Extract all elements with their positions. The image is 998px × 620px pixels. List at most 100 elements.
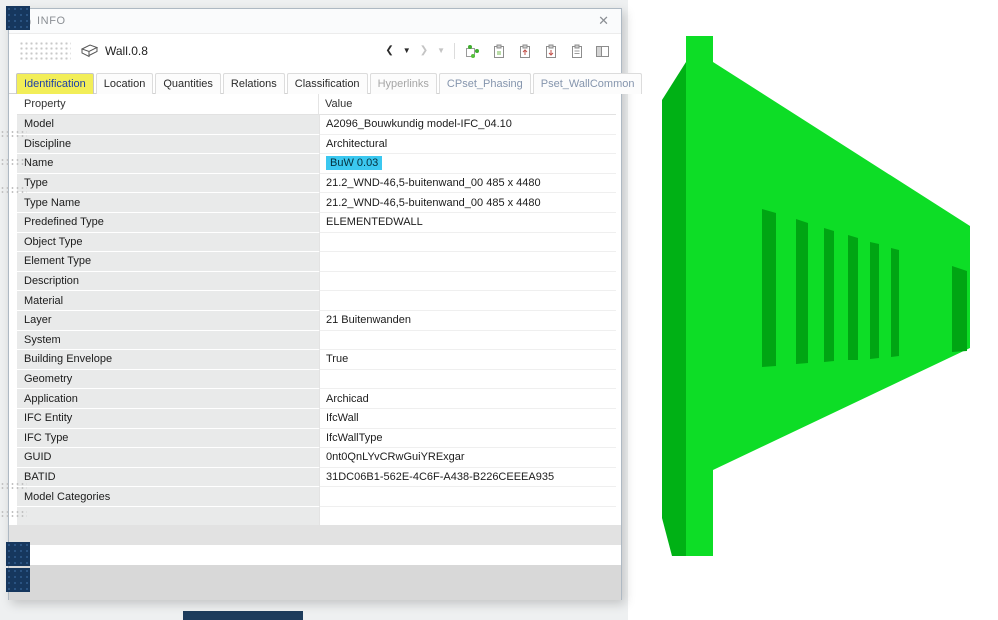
value-cell: IfcWallType (319, 428, 616, 449)
value-cell (319, 232, 616, 253)
value-cell: BuW 0.03 (319, 154, 616, 174)
value-cell: 31DC06B1-562E-4C6F-A438-B226CEEEA935 (319, 467, 616, 488)
clipboard-export-icon[interactable] (516, 43, 533, 60)
property-cell: Model (17, 115, 319, 135)
property-cell: Layer (17, 310, 319, 331)
property-cell: Application (17, 389, 319, 409)
table-row: Name BuW 0.03 (17, 154, 616, 174)
tab-relations[interactable]: Relations (222, 73, 285, 94)
taskbar-fragment (183, 611, 303, 620)
property-cell: Description (17, 271, 319, 292)
wall-window-recess (952, 266, 967, 352)
pick-in-model-icon[interactable] (464, 43, 481, 60)
dialog-bottom-band (9, 565, 621, 600)
table-row: Discipline Architectural (17, 134, 616, 155)
object-toolbar: Wall.0.8 ❮ ▼ ❯ ▼ (9, 34, 621, 68)
value-cell: Architectural (319, 134, 616, 155)
dock-grip[interactable] (0, 130, 27, 137)
tab-pset-wallcommon[interactable]: Pset_WallCommon (532, 73, 643, 94)
docked-panel-icon-bottom-1[interactable] (6, 542, 30, 566)
table-row: Model A2096_Bouwkundig model-IFC_04.10 (17, 115, 616, 135)
value-cell (319, 506, 616, 527)
property-cell: Model Categories (17, 487, 319, 507)
clipboard-copy-icon[interactable] (490, 43, 507, 60)
screen: ⓘ INFO ✕ Wall.0.8 ❮ ▼ ❯ ▼ (0, 0, 998, 620)
wall-window-recess (891, 248, 899, 357)
table-header: Property Value (17, 94, 616, 115)
nav-next-button[interactable]: ❯ (420, 46, 428, 56)
property-cell: Object Type (17, 232, 319, 253)
dialog-titlebar[interactable]: ⓘ INFO ✕ (9, 9, 621, 34)
value-cell: 0nt0QnLYvCRwGuiYRExgar (319, 448, 616, 468)
table-row: Type Name 21.2_WND-46,5-buitenwand_00 48… (17, 193, 616, 213)
value-cell: 21.2_WND-46,5-buitenwand_00 485 x 4480 (319, 193, 616, 213)
table-row-empty (17, 506, 616, 527)
docked-panel-icon-top[interactable] (6, 6, 30, 30)
wall-3d-model[interactable] (628, 0, 998, 620)
property-cell: Material (17, 291, 319, 311)
value-cell: ELEMENTEDWALL (319, 212, 616, 233)
property-table: Model A2096_Bouwkundig model-IFC_04.10 D… (17, 115, 616, 527)
tab-quantities[interactable]: Quantities (155, 73, 221, 94)
close-icon[interactable]: ✕ (595, 13, 612, 29)
tab-classification[interactable]: Classification (286, 73, 368, 94)
column-header-property[interactable]: Property (17, 94, 319, 114)
wall-window-recess (762, 209, 776, 367)
table-row: System (17, 330, 616, 351)
clipboard-import-icon[interactable] (542, 43, 559, 60)
property-cell: System (17, 330, 319, 351)
value-cell (319, 291, 616, 311)
property-cell (17, 506, 319, 527)
value-cell: A2096_Bouwkundig model-IFC_04.10 (319, 115, 616, 135)
wall-side-face[interactable] (662, 62, 686, 556)
value-cell (319, 252, 616, 272)
layout-icon[interactable] (594, 43, 611, 60)
object-name: Wall.0.8 (105, 44, 148, 58)
table-row: IFC Type IfcWallType (17, 428, 616, 449)
property-cell: Name (17, 154, 319, 174)
table-row: Type 21.2_WND-46,5-buitenwand_00 485 x 4… (17, 173, 616, 194)
dock-grip[interactable] (0, 186, 27, 193)
dialog-title: INFO (37, 15, 66, 27)
nav-prev-dropdown-icon[interactable]: ▼ (403, 47, 411, 55)
value-cell: IfcWall (319, 408, 616, 429)
nav-next-dropdown-icon[interactable]: ▼ (437, 47, 445, 55)
dock-grip[interactable] (0, 482, 27, 489)
value-cell: True (319, 350, 616, 370)
3d-viewport[interactable] (628, 0, 998, 620)
table-row: Description (17, 271, 616, 292)
tab-identification[interactable]: Identification (16, 73, 94, 94)
value-cell: Archicad (319, 389, 616, 409)
nav-prev-button[interactable]: ❮ (385, 46, 393, 56)
tab-hyperlinks[interactable]: Hyperlinks (369, 73, 437, 94)
wall-window-recess (796, 219, 808, 364)
tab-cpset-phasing[interactable]: CPset_Phasing (438, 73, 531, 94)
table-row: Predefined Type ELEMENTEDWALL (17, 212, 616, 233)
value-cell (319, 487, 616, 507)
value-cell (319, 271, 616, 292)
docked-panel-icon-bottom-2[interactable] (6, 568, 30, 592)
dock-grip[interactable] (0, 510, 27, 517)
table-row: GUID 0nt0QnLYvCRwGuiYRExgar (17, 448, 616, 468)
table-row: Building Envelope True (17, 350, 616, 370)
value-cell (319, 330, 616, 351)
table-row: Model Categories (17, 487, 616, 507)
property-cell: Element Type (17, 252, 319, 272)
table-row: Object Type (17, 232, 616, 253)
property-cell: IFC Type (17, 428, 319, 449)
wall-window-recess (870, 242, 879, 359)
tab-location[interactable]: Location (95, 73, 154, 94)
value-cell (319, 369, 616, 390)
column-header-value[interactable]: Value (319, 98, 616, 110)
toolbar-divider (454, 43, 455, 59)
wall-window-recess (824, 228, 834, 362)
property-cell: Type (17, 173, 319, 194)
property-cell: GUID (17, 448, 319, 468)
property-cell: IFC Entity (17, 408, 319, 429)
dock-grip[interactable] (0, 158, 27, 165)
property-cell: Type Name (17, 193, 319, 213)
toolbar-actions: ❮ ▼ ❯ ▼ (385, 43, 611, 60)
clipboard-icon[interactable] (568, 43, 585, 60)
tab-bar: Identification Location Quantities Relat… (9, 68, 643, 94)
toolbar-grip[interactable] (19, 41, 71, 61)
